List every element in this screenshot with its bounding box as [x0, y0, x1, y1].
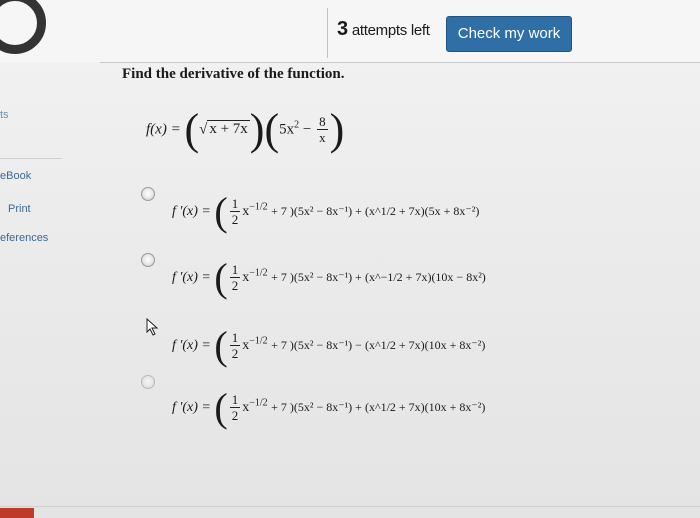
top-bar: 3 attempts left Check my work — [0, 0, 700, 62]
half-numerator: 1 — [229, 262, 241, 278]
half-denominator: 2 — [231, 212, 239, 227]
half-fraction: 12 — [229, 392, 241, 423]
option-mid-exp: −1/2 — [249, 267, 268, 279]
mouse-cursor-icon — [146, 318, 159, 336]
half-denominator: 2 — [231, 346, 239, 361]
open-paren: ( — [214, 385, 228, 430]
option-radio-2[interactable] — [141, 253, 155, 267]
option-tail: + 7 )(5x² − 8x⁻¹) + (x^−1/2 + 7x)(10x − … — [271, 270, 486, 285]
answer-option-4[interactable]: f '(x) = (1 2 x−1/2 + 7 )(5x² − 8x⁻¹) + (x… — [172, 388, 485, 428]
half-denominator: 2 — [231, 278, 239, 293]
open-paren: ( — [184, 105, 200, 154]
attempts-counter: 3 attempts left — [337, 18, 430, 40]
function-first-factor: x + 7x — [207, 120, 250, 138]
half-fraction: 12 — [229, 262, 241, 293]
sidebar-divider — [0, 158, 62, 159]
function-lhs: f(x) = — [146, 121, 185, 138]
option-radio-1[interactable] — [141, 187, 155, 201]
second-factor-term: 5x — [279, 121, 295, 138]
answer-option-1[interactable]: f '(x) = (1 2 x−1/2 + 7 )(5x² − 8x⁻¹) + (x… — [172, 192, 479, 232]
option-mid-exp: −1/2 — [249, 397, 268, 409]
bottom-rule — [0, 506, 700, 507]
check-my-work-button[interactable]: Check my work — [446, 16, 572, 52]
half-numerator: 1 — [229, 330, 241, 346]
open-paren: ( — [214, 323, 228, 368]
attempts-label: attempts left — [351, 22, 430, 39]
half-numerator: 1 — [229, 196, 241, 212]
option-label: f '(x) = — [172, 400, 215, 416]
fraction-denominator: x — [319, 130, 326, 145]
half-fraction: 12 — [229, 330, 241, 361]
answer-option-3[interactable]: f '(x) = (1 2 x−1/2 + 7 )(5x² − 8x⁻¹) − (x… — [172, 326, 485, 366]
given-function: f(x) = (√ x + 7x)(5x2 − 8 x) — [146, 105, 345, 154]
option-mid-exp: −1/2 — [249, 335, 268, 347]
function-fraction: 8x — [317, 115, 328, 145]
half-denominator: 2 — [231, 408, 239, 423]
sidebar-item-print[interactable]: Print — [8, 203, 31, 215]
page: 3 attempts left Check my work ts eBook Pr… — [0, 0, 700, 518]
sidebar-item-references[interactable]: eferences — [0, 232, 48, 244]
half-numerator: 1 — [229, 392, 241, 408]
question-prompt: Find the derivative of the function. — [122, 66, 345, 82]
answer-option-2[interactable]: f '(x) = (1 2 x−1/2 + 7 )(5x² − 8x⁻¹) + (x… — [172, 258, 486, 298]
second-factor-exponent: 2 — [294, 119, 300, 131]
sidebar-item-ebook[interactable]: eBook — [0, 170, 31, 182]
fraction-numerator: 8 — [317, 114, 328, 130]
option-label: f '(x) = — [172, 204, 215, 220]
close-paren-2: ) — [329, 105, 345, 154]
header-rule — [100, 62, 700, 63]
option-label: f '(x) = — [172, 338, 215, 354]
option-radio-4[interactable] — [141, 375, 155, 389]
half-fraction: 12 — [229, 196, 241, 227]
header-divider — [327, 8, 328, 58]
attempts-number: 3 — [337, 18, 348, 40]
option-mid-exp: −1/2 — [249, 201, 268, 213]
option-tail: + 7 )(5x² − 8x⁻¹) + (x^1/2 + 7x)(5x + 8x… — [271, 204, 480, 219]
open-paren: ( — [214, 255, 228, 300]
sidebar-item-points[interactable]: ts — [0, 109, 9, 121]
open-paren-2: ( — [264, 105, 280, 154]
option-tail: + 7 )(5x² − 8x⁻¹) + (x^1/2 + 7x)(10x + 8… — [271, 400, 486, 415]
logo-icon — [0, 0, 46, 54]
close-paren: ) — [249, 105, 265, 154]
option-label: f '(x) = — [172, 270, 215, 286]
bottom-accent-bar — [0, 508, 34, 518]
open-paren: ( — [214, 189, 228, 234]
option-tail: + 7 )(5x² − 8x⁻¹) − (x^1/2 + 7x)(10x + 8… — [271, 338, 486, 353]
